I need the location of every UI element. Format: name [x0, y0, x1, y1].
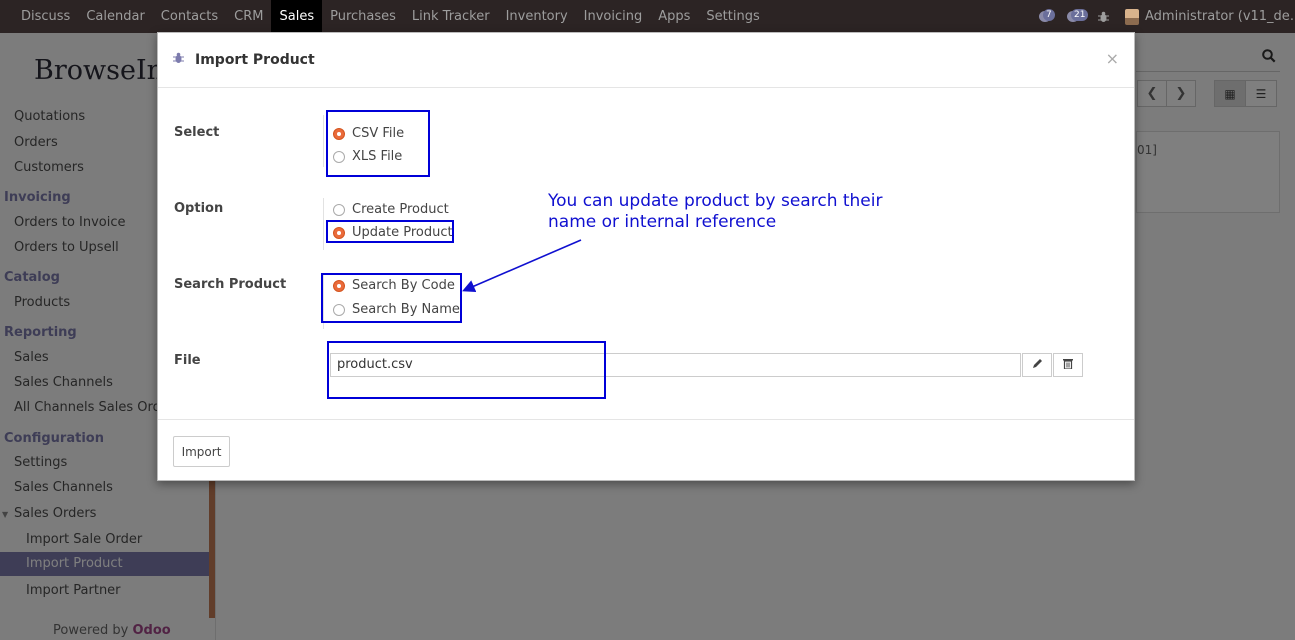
divider: [323, 198, 324, 250]
dialog-title: Import Product: [195, 52, 315, 68]
top-navbar: Discuss Calendar Contacts CRM Sales Purc…: [0, 0, 1295, 33]
annotation-note: You can update product by search their n…: [548, 191, 883, 232]
menu-apps[interactable]: Apps: [650, 0, 698, 33]
select-label: Select: [174, 125, 220, 140]
menu-invoicing[interactable]: Invoicing: [576, 0, 651, 33]
pencil-icon: [1032, 358, 1043, 372]
messages-button[interactable]: 21: [1063, 0, 1091, 33]
trash-icon: [1063, 358, 1073, 372]
highlight-box-search: [321, 273, 462, 323]
create-product-radio[interactable]: Create Product: [333, 202, 449, 217]
user-avatar[interactable]: [1125, 8, 1139, 25]
message-count-badge: 21: [1071, 9, 1089, 21]
highlight-box-file: [327, 341, 606, 399]
menu-link-tracker[interactable]: Link Tracker: [404, 0, 498, 33]
annotation-arrow: [462, 239, 582, 293]
close-icon[interactable]: ×: [1106, 49, 1119, 68]
menu-discuss[interactable]: Discuss: [13, 0, 78, 33]
user-menu[interactable]: Administrator (v11_de…: [1145, 9, 1295, 24]
menu-settings[interactable]: Settings: [698, 0, 767, 33]
bug-icon: [173, 52, 184, 67]
file-label: File: [174, 353, 201, 368]
menu-calendar[interactable]: Calendar: [78, 0, 152, 33]
radio-unchecked-icon: [333, 203, 345, 216]
menu-purchases[interactable]: Purchases: [322, 0, 404, 33]
highlight-box-select: [326, 110, 430, 177]
divider: [323, 115, 324, 167]
app-menu: Discuss Calendar Contacts CRM Sales Purc…: [13, 0, 768, 33]
menu-inventory[interactable]: Inventory: [498, 0, 576, 33]
search-product-label: Search Product: [174, 277, 287, 292]
menu-sales[interactable]: Sales: [271, 0, 323, 33]
activity-count-badge: 7: [1043, 9, 1055, 21]
dialog-footer: Import: [158, 419, 1134, 481]
import-product-dialog: Import Product × Select CSV File XLS Fil…: [157, 32, 1135, 481]
debug-bug-icon[interactable]: [1091, 0, 1115, 33]
dialog-header: Import Product ×: [158, 33, 1134, 88]
option-label: Option: [174, 201, 224, 216]
activity-button[interactable]: 7: [1035, 0, 1063, 33]
menu-contacts[interactable]: Contacts: [153, 0, 226, 33]
import-button[interactable]: Import: [173, 436, 230, 467]
edit-file-button[interactable]: [1022, 353, 1052, 377]
menu-crm[interactable]: CRM: [226, 0, 271, 33]
highlight-box-option: [326, 220, 454, 243]
clear-file-button[interactable]: [1053, 353, 1083, 377]
